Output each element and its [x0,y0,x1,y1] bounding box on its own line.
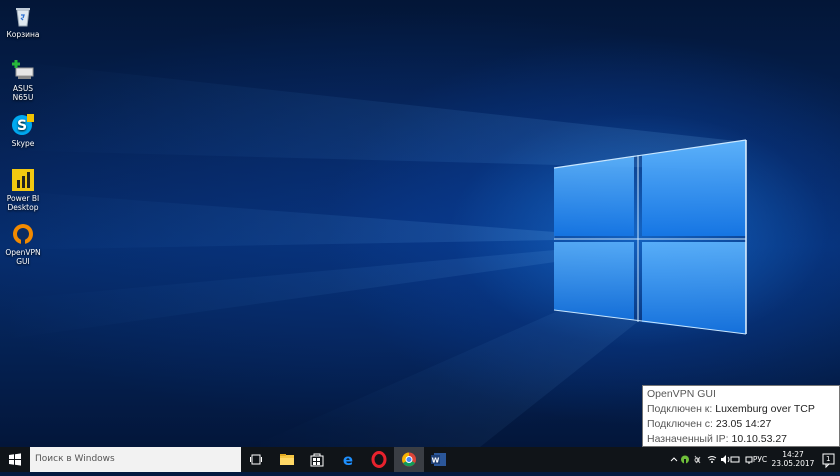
clock-date: 23.05.2017 [771,459,815,468]
chrome-button[interactable] [394,447,424,472]
task-view-icon [250,454,262,465]
tooltip-connected-to: Подключен к: Luxemburg over TCP [647,402,835,417]
power-bi-icon [11,168,35,192]
assigned-ip-value: 10.10.53.27 [731,433,787,445]
task-view-button[interactable] [241,447,271,472]
windows-start-icon [9,453,21,466]
svg-text:W: W [432,457,440,465]
svg-text:S: S [17,118,27,134]
tooltip-connected-since: Подключен с: 23.05 14:27 [647,417,835,432]
skype-icon: S [11,113,35,137]
language-label: РУС [752,455,768,464]
edge-icon: e [343,451,353,469]
wallpaper-light-beams [0,60,747,447]
desktop-icon-openvpn[interactable]: OpenVPN GUI [2,222,44,266]
volume-icon[interactable] [721,455,730,464]
openvpn-tray-icon[interactable] [681,455,689,465]
openvpn-icon [11,222,35,246]
opera-icon [371,451,387,468]
tooltip-assigned-ip: Назначенный IP: 10.10.53.27 [647,432,835,447]
opera-button[interactable] [364,447,394,472]
desktop-icon-asus-n65u[interactable]: ASUS N65U [2,58,44,102]
action-center-button[interactable]: 1 [818,447,840,472]
clock-time: 14:27 [782,450,804,459]
desktop-icon-label: Power BI Desktop [6,194,40,212]
chevron-up-icon[interactable] [670,457,678,462]
store-button[interactable] [302,447,332,472]
search-input[interactable]: Поиск в Windows [30,447,241,472]
recycle-bin-icon [11,4,35,28]
file-explorer-button[interactable] [272,447,302,472]
notification-count: 1 [826,455,831,463]
wifi-icon[interactable] [707,456,717,464]
desktop-icon-label: Корзина [6,30,40,39]
search-placeholder: Поиск в Windows [35,454,115,464]
connected-since-label: Подключен с: [647,418,713,430]
desktop-icon-skype[interactable]: S Skype [2,113,44,148]
store-icon [310,453,324,467]
word-button[interactable]: W [424,447,454,472]
edge-button[interactable]: e [333,447,363,472]
desktop-icon-recycle-bin[interactable]: Корзина [2,4,44,39]
desktop-icon-label: OpenVPN GUI [5,248,41,266]
connected-to-label: Подключен к: [647,403,713,415]
desktop-icon-label: ASUS N65U [12,84,34,102]
word-icon: W [431,453,446,466]
taskbar: Поиск в Windows e W РУС 14:27 23.05.2017… [0,447,840,472]
desktop-icon-power-bi[interactable]: Power BI Desktop [2,168,44,212]
windows-logo [553,139,747,335]
network-drive-icon [11,58,35,82]
openvpn-tooltip: OpenVPN GUI Подключен к: Luxemburg over … [642,385,840,447]
assigned-ip-label: Назначенный IP: [647,433,729,445]
file-explorer-icon [280,454,294,465]
connected-since-value: 23.05 14:27 [715,418,772,430]
network-tray-icon[interactable] [694,455,701,464]
clock[interactable]: 14:27 23.05.2017 [770,447,816,472]
tooltip-title: OpenVPN GUI [647,388,716,400]
start-button[interactable] [0,447,30,472]
connected-to-value: Luxemburg over TCP [715,403,815,415]
desktop-icon-label: Skype [11,139,35,148]
desktop[interactable]: Корзина ASUS N65U S Skype Power BI Deskt… [0,0,840,447]
battery-icon[interactable] [730,456,740,463]
chrome-icon [402,452,416,467]
svg-text:e: e [343,451,353,469]
